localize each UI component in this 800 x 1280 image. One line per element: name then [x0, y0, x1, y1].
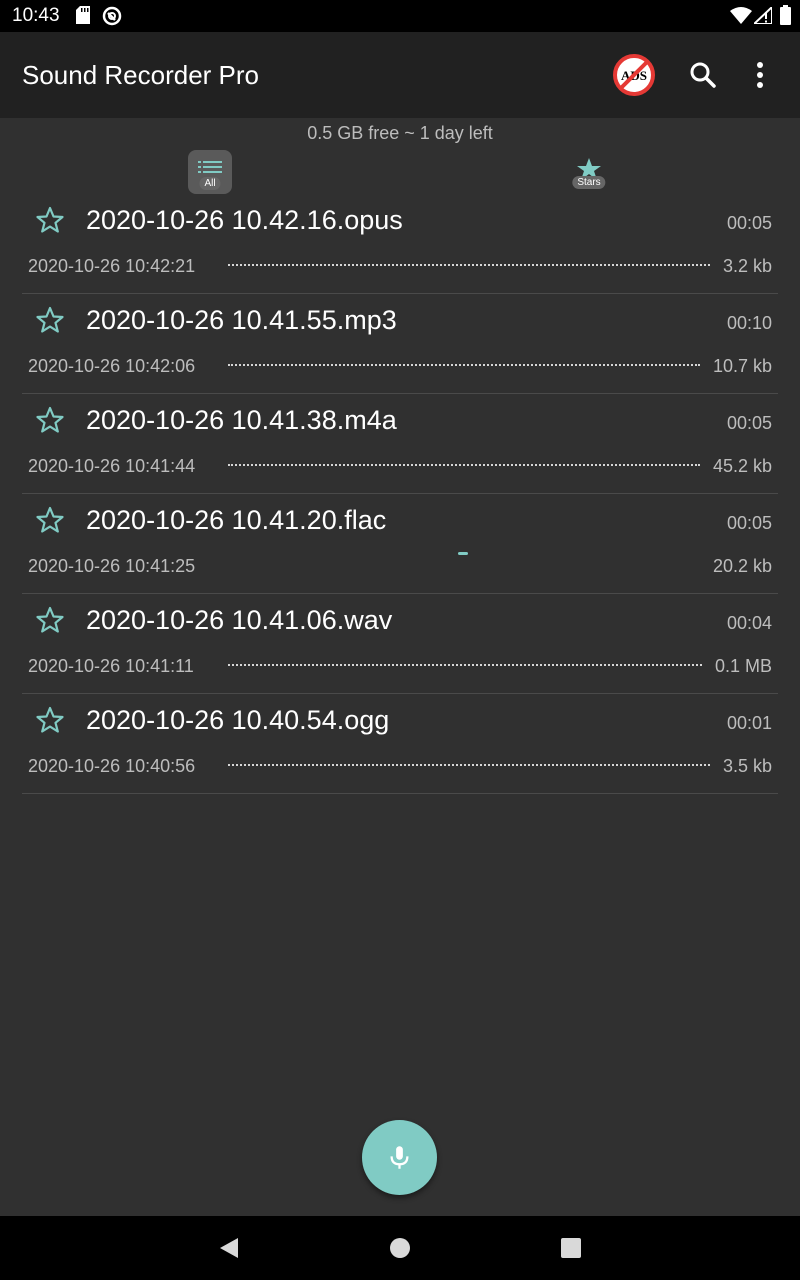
tab-stars-label: Stars — [572, 176, 606, 189]
waveform-line — [228, 464, 700, 466]
star-outline-icon[interactable] — [36, 406, 64, 434]
recording-duration: 00:10 — [726, 313, 772, 333]
star-outline-icon[interactable] — [36, 606, 64, 634]
search-icon[interactable] — [688, 60, 718, 90]
recording-duration: 00:01 — [726, 713, 772, 733]
recording-duration: 00:05 — [726, 513, 772, 533]
star-outline-icon[interactable] — [36, 306, 64, 334]
app-bar: Sound Recorder Pro ADS — [0, 32, 800, 118]
recording-size: 3.5 kb — [722, 756, 772, 776]
list-item[interactable]: 2020-10-26 10.41.06.wav 00:04 2020-10-26… — [22, 594, 778, 694]
waveform-line — [228, 364, 700, 366]
recording-list: 2020-10-26 10.42.16.opus 00:05 2020-10-2… — [22, 194, 778, 794]
no-ads-icon[interactable]: ADS — [612, 53, 656, 97]
recording-name: 2020-10-26 10.41.38.m4a — [86, 405, 397, 435]
list-icon — [198, 161, 222, 173]
recording-name: 2020-10-26 10.41.06.wav — [86, 605, 393, 635]
recording-size: 0.1 MB — [714, 656, 772, 676]
recording-size: 10.7 kb — [712, 356, 772, 376]
waveform-line — [458, 552, 468, 555]
star-outline-icon[interactable] — [36, 706, 64, 734]
status-bar: 10:43 — [0, 0, 800, 32]
battery-icon — [780, 5, 791, 30]
recording-date: 2020-10-26 10:42:06 — [28, 356, 196, 376]
recording-name: 2020-10-26 10.42.16.opus — [86, 205, 403, 235]
recording-duration: 00:05 — [726, 213, 772, 233]
recording-date: 2020-10-26 10:41:44 — [28, 456, 196, 476]
recording-size: 20.2 kb — [712, 556, 772, 576]
recording-name: 2020-10-26 10.41.20.flac — [86, 505, 387, 535]
tab-all[interactable]: All — [188, 150, 232, 194]
recording-size: 45.2 kb — [712, 456, 772, 476]
storage-info: 0.5 GB free ~ 1 day left — [307, 123, 493, 143]
waveform-line — [228, 764, 710, 766]
wifi-icon — [730, 7, 752, 29]
recording-date: 2020-10-26 10:42:21 — [28, 256, 196, 276]
recents-icon[interactable] — [560, 1237, 582, 1264]
star-outline-icon[interactable] — [36, 506, 64, 534]
overflow-menu-icon[interactable] — [746, 60, 774, 90]
record-button[interactable] — [362, 1120, 437, 1195]
recording-date: 2020-10-26 10:40:56 — [28, 756, 196, 776]
recording-duration: 00:05 — [726, 413, 772, 433]
back-icon[interactable] — [218, 1236, 240, 1265]
sd-card-icon — [76, 6, 90, 29]
list-item[interactable]: 2020-10-26 10.41.38.m4a 00:05 2020-10-26… — [22, 394, 778, 494]
recording-size: 3.2 kb — [722, 256, 772, 276]
list-item[interactable]: 2020-10-26 10.41.20.flac 00:05 2020-10-2… — [22, 494, 778, 594]
sync-icon — [102, 6, 122, 31]
tab-stars[interactable]: Stars — [566, 156, 612, 194]
list-item[interactable]: 2020-10-26 10.41.55.mp3 00:10 2020-10-26… — [22, 294, 778, 394]
signal-icon — [751, 4, 773, 29]
star-outline-icon[interactable] — [36, 206, 64, 234]
home-icon[interactable] — [389, 1237, 411, 1264]
app-title: Sound Recorder Pro — [22, 60, 260, 90]
list-item[interactable]: 2020-10-26 10.40.54.ogg 00:01 2020-10-26… — [22, 694, 778, 794]
recording-date: 2020-10-26 10:41:11 — [28, 656, 194, 676]
list-item[interactable]: 2020-10-26 10.42.16.opus 00:05 2020-10-2… — [22, 194, 778, 294]
recording-name: 2020-10-26 10.41.55.mp3 — [86, 305, 397, 335]
navigation-bar — [0, 1216, 800, 1280]
waveform-line — [228, 664, 702, 666]
waveform-line — [228, 264, 710, 266]
status-time: 10:43 — [12, 5, 60, 26]
recording-date: 2020-10-26 10:41:25 — [28, 556, 196, 576]
recording-name: 2020-10-26 10.40.54.ogg — [86, 705, 390, 735]
recording-duration: 00:04 — [726, 613, 772, 633]
microphone-icon — [390, 1146, 409, 1169]
tab-all-label: All — [199, 177, 221, 190]
